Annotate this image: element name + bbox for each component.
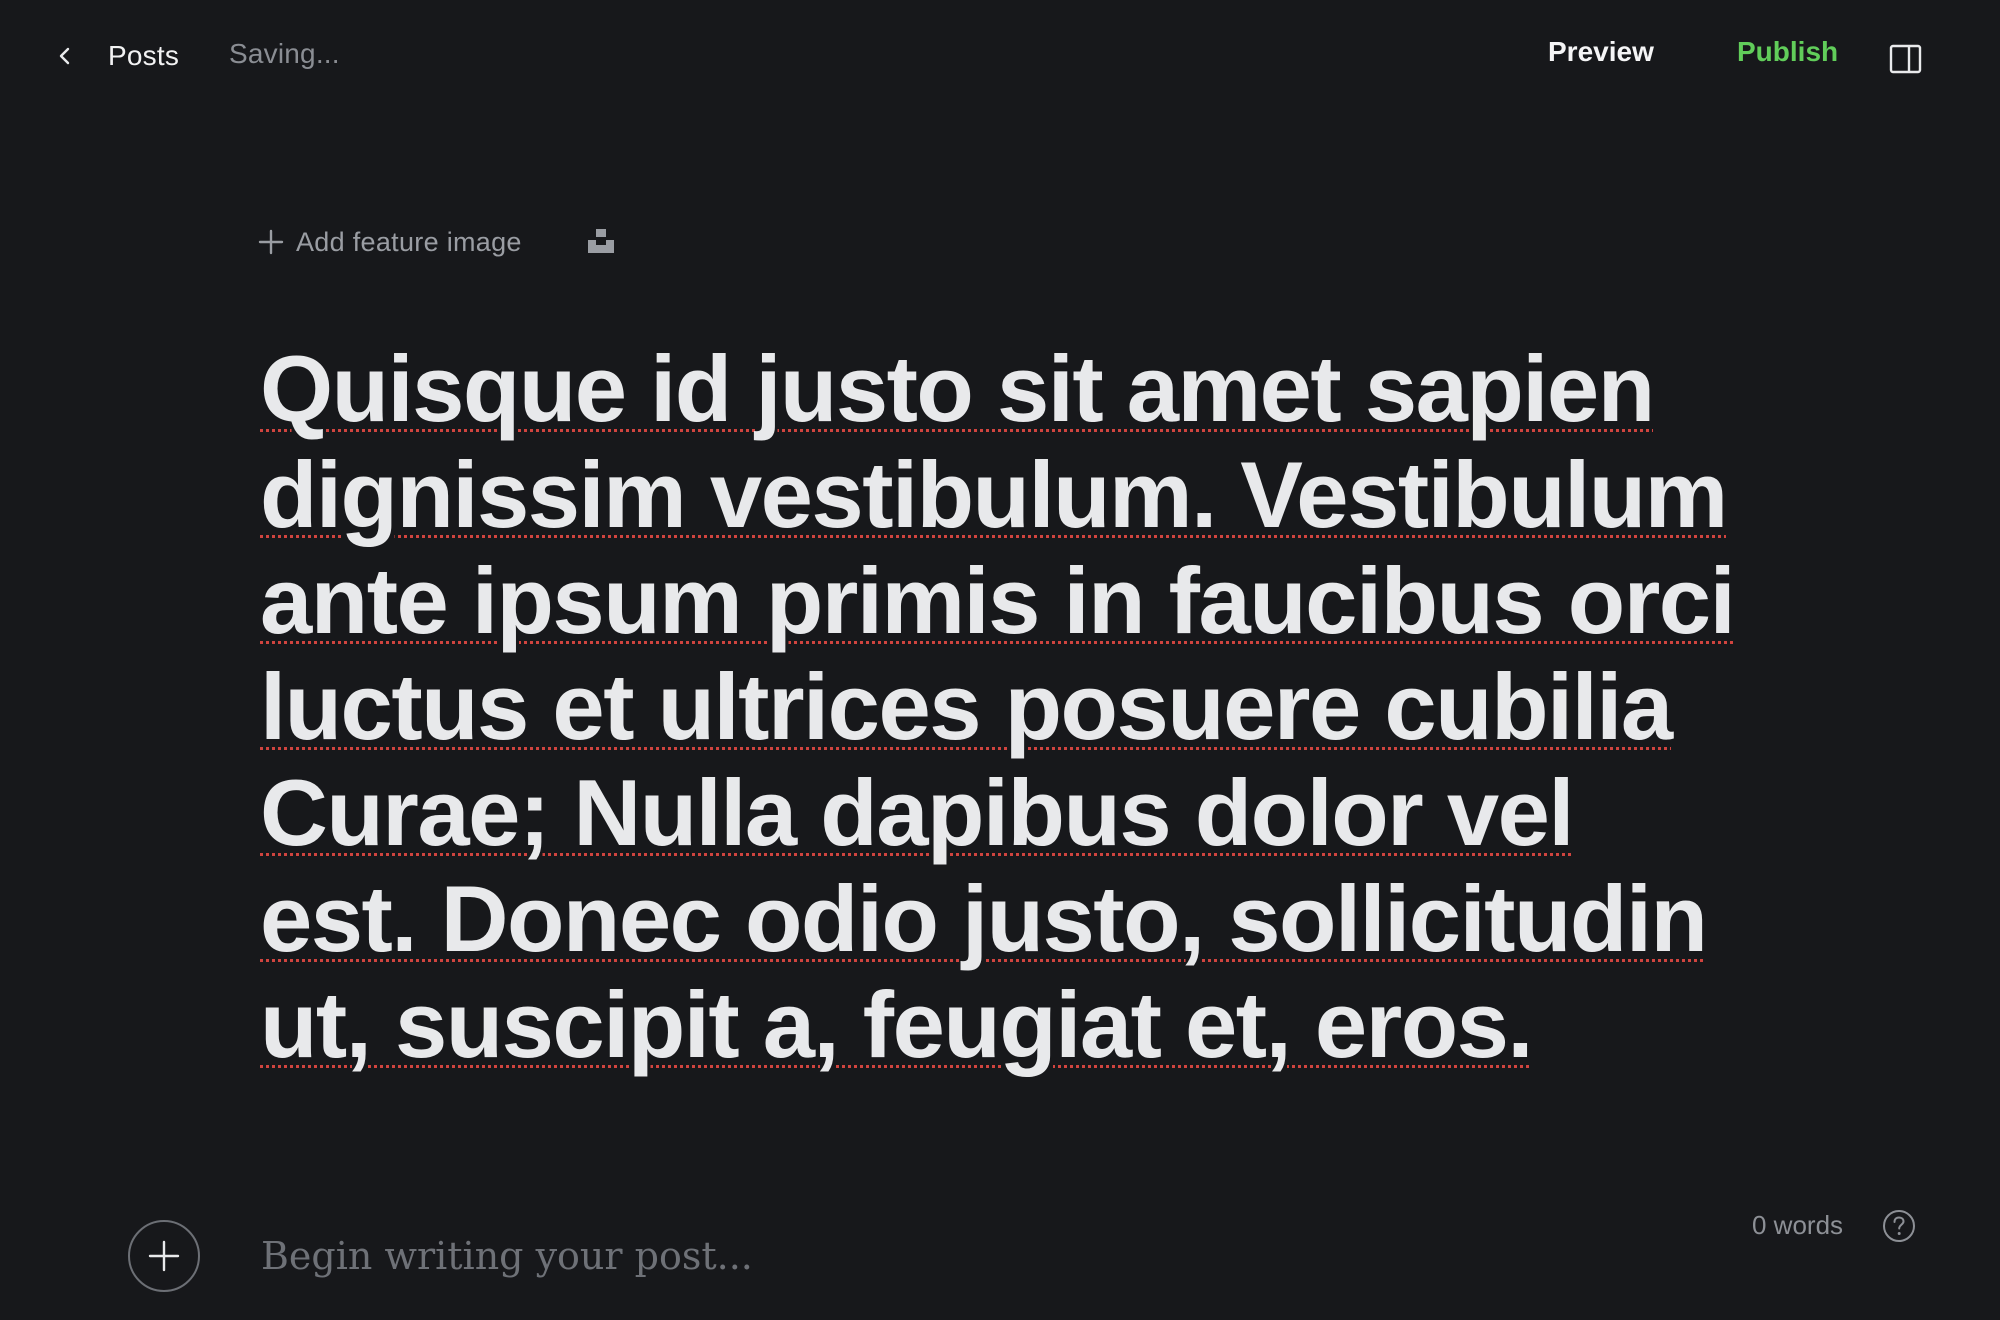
- chevron-left-icon: [59, 47, 70, 65]
- save-status: Saving...: [229, 38, 340, 69]
- plus-icon: [258, 229, 284, 255]
- sidebar-toggle-icon[interactable]: [1889, 43, 1923, 75]
- publish-button[interactable]: Publish: [1737, 36, 1838, 68]
- editor-topbar: Posts Saving... Preview Publish: [0, 0, 2000, 112]
- word-count: 0 words: [1752, 1210, 1844, 1240]
- help-icon[interactable]: [1882, 1209, 1916, 1243]
- add-card-button[interactable]: [128, 1220, 200, 1292]
- post-body-editor[interactable]: Begin writing your post...: [261, 1234, 753, 1278]
- back-label: Posts: [108, 40, 180, 71]
- back-to-posts-link[interactable]: Posts: [52, 32, 179, 80]
- add-feature-image-button[interactable]: Add feature image: [258, 227, 522, 258]
- unsplash-icon[interactable]: [586, 226, 616, 256]
- feature-image-row: Add feature image: [258, 222, 614, 262]
- preview-button[interactable]: Preview: [1548, 36, 1654, 68]
- post-title-input[interactable]: Quisque id justo sit amet sapien digniss…: [260, 336, 1740, 1078]
- add-feature-image-label: Add feature image: [296, 226, 522, 257]
- add-card-icon: [148, 1240, 180, 1272]
